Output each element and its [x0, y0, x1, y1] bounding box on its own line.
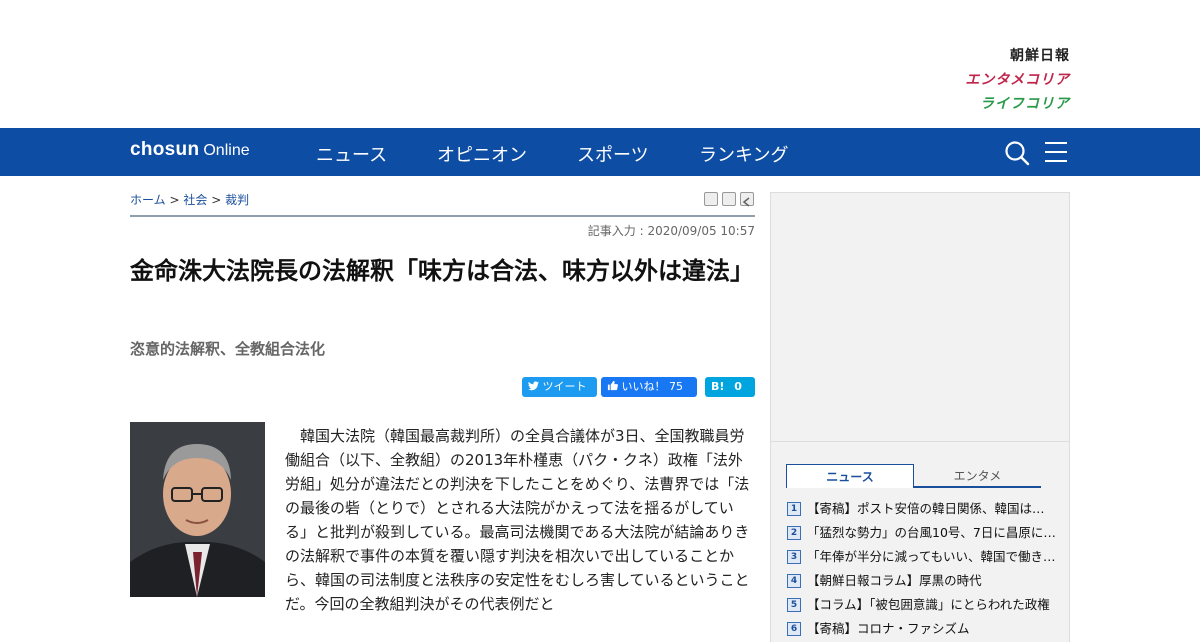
- rank-number: 5: [787, 598, 801, 612]
- thumbs-up-icon: [607, 380, 618, 391]
- article-headline: 金命洙大法院長の法解釈「味方は合法、味方以外は違法」: [130, 257, 754, 285]
- facebook-like-button[interactable]: いいね！ 75: [601, 377, 697, 397]
- tweet-label: ツイート: [542, 380, 587, 393]
- ranking-item[interactable]: 1 【寄稿】ポスト安倍の韓日関係、韓国は何を準備すべきか: [787, 500, 1057, 522]
- rank-number: 4: [787, 574, 801, 588]
- back-arrow-icon[interactable]: [740, 192, 754, 207]
- brand-chosun-link[interactable]: 朝鮮日報: [965, 44, 1070, 68]
- brand-entakorea-link[interactable]: エンタメコリア: [965, 68, 1070, 92]
- nav-news[interactable]: ニュース: [316, 141, 387, 167]
- logo-bold: chosun: [130, 139, 200, 160]
- breadcrumb-society[interactable]: 社会: [183, 193, 207, 207]
- rank-title: 「年俸が半分に減ってもいい、韓国で働きたい」: [807, 549, 1057, 564]
- article-photo: [130, 422, 265, 597]
- breadcrumb-home[interactable]: ホーム: [130, 193, 166, 207]
- ranking-item[interactable]: 4 【朝鮮日報コラム】厚黒の時代: [787, 572, 1057, 594]
- article-date: 記事入力 : 2020/09/05 10:57: [587, 224, 755, 238]
- nav-sports[interactable]: スポーツ: [577, 141, 649, 167]
- menu-icon[interactable]: [1044, 140, 1068, 168]
- hatena-bookmark-button[interactable]: B! 0: [705, 377, 755, 397]
- article-subhead: 恣意的法解釈、全教組合法化: [130, 340, 326, 358]
- rank-number: 6: [787, 622, 801, 636]
- hatena-b-icon: B!: [711, 380, 725, 393]
- article-body: 韓国大法院（韓国最高裁判所）の全員合議体が3日、全国教職員労働組合（以下、全教組…: [285, 427, 750, 613]
- nav-opinion[interactable]: オピニオン: [437, 141, 527, 167]
- rank-title: 「猛烈な勢力」の台風10号、7日に昌原に上陸へ: [807, 525, 1057, 540]
- rank-title: 【寄稿】ポスト安倍の韓日関係、韓国は何を準備すべきか: [807, 501, 1057, 516]
- breadcrumb-sep: >: [169, 193, 180, 207]
- rank-number: 2: [787, 526, 801, 540]
- nav-ranking[interactable]: ランキング: [699, 141, 788, 167]
- tweet-button[interactable]: ツイート: [522, 377, 597, 397]
- site-logo[interactable]: chosun Online: [130, 139, 250, 161]
- header-band: 朝鮮日報 エンタメコリア ライフコリア: [0, 0, 1200, 128]
- hatena-count: 0: [734, 380, 742, 393]
- brand-lifekorea-link[interactable]: ライフコリア: [965, 92, 1070, 116]
- twitter-icon: [528, 381, 539, 391]
- ranking-item[interactable]: 2 「猛烈な勢力」の台風10号、7日に昌原に上陸へ: [787, 524, 1057, 546]
- like-label: いいね！ 75: [621, 380, 684, 393]
- ranking-item[interactable]: 6 【寄稿】コロナ・ファシズム: [787, 620, 1057, 642]
- ranking-item[interactable]: 3 「年俸が半分に減ってもいい、韓国で働きたい」: [787, 548, 1057, 570]
- main-nav: chosun Online ニュース オピニオン スポーツ ランキング: [0, 128, 1200, 176]
- tab-news[interactable]: ニュース: [786, 464, 914, 488]
- text-size-icon[interactable]: [722, 192, 736, 206]
- tab-entame[interactable]: エンタメ: [914, 464, 1041, 488]
- logo-rest: Online: [203, 142, 250, 159]
- ranking-item[interactable]: 5 【コラム】「被包囲意識」にとらわれた政権: [787, 596, 1057, 618]
- rank-title: 【朝鮮日報コラム】厚黒の時代: [807, 573, 982, 588]
- rank-number: 3: [787, 550, 801, 564]
- print-icon[interactable]: [704, 192, 718, 206]
- breadcrumb-court[interactable]: 裁判: [225, 193, 249, 207]
- brand-links: 朝鮮日報 エンタメコリア ライフコリア: [965, 44, 1070, 116]
- breadcrumb-sep: >: [211, 193, 222, 207]
- rank-title: 【寄稿】コロナ・ファシズム: [807, 621, 970, 636]
- title-divider: [130, 215, 755, 217]
- breadcrumb: ホーム > 社会 > 裁判: [130, 191, 249, 208]
- rank-title: 【コラム】「被包囲意識」にとらわれた政権: [807, 597, 1050, 612]
- search-icon[interactable]: [1004, 140, 1030, 170]
- rank-number: 1: [787, 502, 801, 516]
- ad-slot: [770, 192, 1070, 442]
